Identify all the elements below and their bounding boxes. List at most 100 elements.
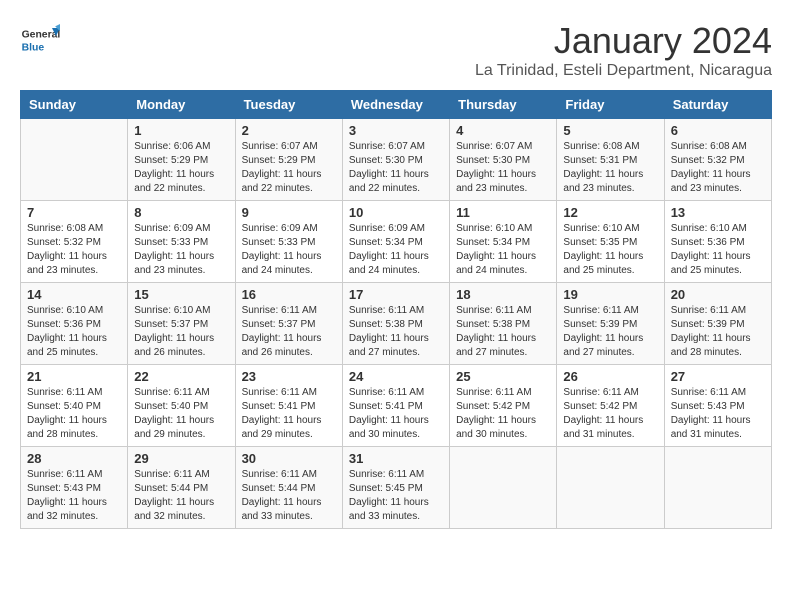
weekday-header: Saturday	[664, 91, 771, 119]
day-info: Sunrise: 6:11 AM Sunset: 5:39 PM Dayligh…	[563, 304, 657, 360]
day-info: Sunrise: 6:06 AM Sunset: 5:29 PM Dayligh…	[134, 140, 228, 196]
day-number: 10	[349, 205, 443, 220]
calendar-cell: 11 Sunrise: 6:10 AM Sunset: 5:34 PM Dayli…	[450, 201, 557, 283]
svg-text:Blue: Blue	[22, 42, 45, 53]
day-info: Sunrise: 6:09 AM Sunset: 5:33 PM Dayligh…	[242, 222, 336, 278]
day-number: 13	[671, 205, 765, 220]
day-number: 8	[134, 205, 228, 220]
calendar-week-row: 28 Sunrise: 6:11 AM Sunset: 5:43 PM Dayli…	[21, 447, 772, 529]
day-number: 20	[671, 287, 765, 302]
day-number: 15	[134, 287, 228, 302]
day-info: Sunrise: 6:10 AM Sunset: 5:36 PM Dayligh…	[27, 304, 121, 360]
day-info: Sunrise: 6:11 AM Sunset: 5:43 PM Dayligh…	[27, 468, 121, 524]
calendar-cell: 31 Sunrise: 6:11 AM Sunset: 5:45 PM Dayli…	[342, 447, 449, 529]
day-info: Sunrise: 6:09 AM Sunset: 5:33 PM Dayligh…	[134, 222, 228, 278]
day-info: Sunrise: 6:11 AM Sunset: 5:44 PM Dayligh…	[242, 468, 336, 524]
day-number: 29	[134, 451, 228, 466]
calendar-week-row: 7 Sunrise: 6:08 AM Sunset: 5:32 PM Daylig…	[21, 201, 772, 283]
calendar-cell: 12Sunrise: 6:10 AM Sunset: 5:35 PM Dayli…	[557, 201, 664, 283]
day-number: 6	[671, 123, 765, 138]
day-info: Sunrise: 6:11 AM Sunset: 5:43 PM Dayligh…	[671, 386, 765, 442]
day-info: Sunrise: 6:11 AM Sunset: 5:41 PM Dayligh…	[349, 386, 443, 442]
calendar-cell: 6 Sunrise: 6:08 AM Sunset: 5:32 PM Daylig…	[664, 119, 771, 201]
day-number: 21	[27, 369, 121, 384]
day-info: Sunrise: 6:08 AM Sunset: 5:32 PM Dayligh…	[27, 222, 121, 278]
weekday-header-row: SundayMondayTuesdayWednesdayThursdayFrid…	[21, 91, 772, 119]
calendar-cell: 15 Sunrise: 6:10 AM Sunset: 5:37 PM Dayli…	[128, 283, 235, 365]
calendar-week-row: 1 Sunrise: 6:06 AM Sunset: 5:29 PM Daylig…	[21, 119, 772, 201]
day-number: 24	[349, 369, 443, 384]
day-number: 22	[134, 369, 228, 384]
calendar-cell: 30 Sunrise: 6:11 AM Sunset: 5:44 PM Dayli…	[235, 447, 342, 529]
calendar-cell: 5 Sunrise: 6:08 AM Sunset: 5:31 PM Daylig…	[557, 119, 664, 201]
day-number: 5	[563, 123, 657, 138]
day-number: 27	[671, 369, 765, 384]
weekday-header: Thursday	[450, 91, 557, 119]
day-info: Sunrise: 6:11 AM Sunset: 5:38 PM Dayligh…	[349, 304, 443, 360]
calendar-cell: 21 Sunrise: 6:11 AM Sunset: 5:40 PM Dayli…	[21, 365, 128, 447]
day-info: Sunrise: 6:11 AM Sunset: 5:42 PM Dayligh…	[456, 386, 550, 442]
calendar-cell: 27 Sunrise: 6:11 AM Sunset: 5:43 PM Dayli…	[664, 365, 771, 447]
day-info: Sunrise: 6:11 AM Sunset: 5:42 PM Dayligh…	[563, 386, 657, 442]
header: General Blue January 2024 La Trinidad, E…	[20, 20, 772, 80]
calendar-cell: 28 Sunrise: 6:11 AM Sunset: 5:43 PM Dayli…	[21, 447, 128, 529]
day-info: Sunrise: 6:07 AM Sunset: 5:29 PM Dayligh…	[242, 140, 336, 196]
calendar-cell: 17 Sunrise: 6:11 AM Sunset: 5:38 PM Dayli…	[342, 283, 449, 365]
day-number: 31	[349, 451, 443, 466]
month-year: January 2024	[475, 20, 772, 62]
day-number: 3	[349, 123, 443, 138]
logo-icon: General Blue	[20, 20, 60, 60]
day-number: 30	[242, 451, 336, 466]
location: La Trinidad, Esteli Department, Nicaragu…	[475, 62, 772, 80]
day-info: Sunrise: 6:10 AM Sunset: 5:35 PM Dayligh…	[563, 222, 657, 278]
calendar-cell: 16 Sunrise: 6:11 AM Sunset: 5:37 PM Dayli…	[235, 283, 342, 365]
day-info: Sunrise: 6:11 AM Sunset: 5:41 PM Dayligh…	[242, 386, 336, 442]
day-info: Sunrise: 6:10 AM Sunset: 5:37 PM Dayligh…	[134, 304, 228, 360]
calendar-cell: 13Sunrise: 6:10 AM Sunset: 5:36 PM Dayli…	[664, 201, 771, 283]
calendar-cell	[450, 447, 557, 529]
calendar-table: SundayMondayTuesdayWednesdayThursdayFrid…	[20, 90, 772, 529]
calendar-cell: 22 Sunrise: 6:11 AM Sunset: 5:40 PM Dayli…	[128, 365, 235, 447]
day-number: 28	[27, 451, 121, 466]
calendar-cell: 9 Sunrise: 6:09 AM Sunset: 5:33 PM Daylig…	[235, 201, 342, 283]
calendar-cell: 25Sunrise: 6:11 AM Sunset: 5:42 PM Dayli…	[450, 365, 557, 447]
day-number: 18	[456, 287, 550, 302]
day-info: Sunrise: 6:09 AM Sunset: 5:34 PM Dayligh…	[349, 222, 443, 278]
calendar-cell: 8 Sunrise: 6:09 AM Sunset: 5:33 PM Daylig…	[128, 201, 235, 283]
day-number: 17	[349, 287, 443, 302]
title-area: January 2024 La Trinidad, Esteli Departm…	[475, 20, 772, 80]
calendar-cell: 18 Sunrise: 6:11 AM Sunset: 5:38 PM Dayli…	[450, 283, 557, 365]
day-number: 1	[134, 123, 228, 138]
calendar-cell	[21, 119, 128, 201]
calendar-cell: 19Sunrise: 6:11 AM Sunset: 5:39 PM Dayli…	[557, 283, 664, 365]
day-number: 14	[27, 287, 121, 302]
calendar-cell: 24 Sunrise: 6:11 AM Sunset: 5:41 PM Dayli…	[342, 365, 449, 447]
weekday-header: Tuesday	[235, 91, 342, 119]
day-info: Sunrise: 6:11 AM Sunset: 5:40 PM Dayligh…	[27, 386, 121, 442]
calendar-cell: 26Sunrise: 6:11 AM Sunset: 5:42 PM Dayli…	[557, 365, 664, 447]
day-number: 9	[242, 205, 336, 220]
logo: General Blue	[20, 20, 64, 60]
day-number: 7	[27, 205, 121, 220]
calendar-cell: 7 Sunrise: 6:08 AM Sunset: 5:32 PM Daylig…	[21, 201, 128, 283]
day-info: Sunrise: 6:11 AM Sunset: 5:39 PM Dayligh…	[671, 304, 765, 360]
day-number: 4	[456, 123, 550, 138]
weekday-header: Wednesday	[342, 91, 449, 119]
calendar-cell: 20 Sunrise: 6:11 AM Sunset: 5:39 PM Dayli…	[664, 283, 771, 365]
day-info: Sunrise: 6:11 AM Sunset: 5:45 PM Dayligh…	[349, 468, 443, 524]
weekday-header: Monday	[128, 91, 235, 119]
day-info: Sunrise: 6:10 AM Sunset: 5:34 PM Dayligh…	[456, 222, 550, 278]
day-info: Sunrise: 6:08 AM Sunset: 5:31 PM Dayligh…	[563, 140, 657, 196]
day-info: Sunrise: 6:07 AM Sunset: 5:30 PM Dayligh…	[349, 140, 443, 196]
day-info: Sunrise: 6:08 AM Sunset: 5:32 PM Dayligh…	[671, 140, 765, 196]
day-info: Sunrise: 6:11 AM Sunset: 5:40 PM Dayligh…	[134, 386, 228, 442]
day-number: 11	[456, 205, 550, 220]
day-info: Sunrise: 6:11 AM Sunset: 5:37 PM Dayligh…	[242, 304, 336, 360]
day-number: 23	[242, 369, 336, 384]
calendar-cell: 1 Sunrise: 6:06 AM Sunset: 5:29 PM Daylig…	[128, 119, 235, 201]
calendar-cell: 3 Sunrise: 6:07 AM Sunset: 5:30 PM Daylig…	[342, 119, 449, 201]
day-number: 2	[242, 123, 336, 138]
calendar-week-row: 14 Sunrise: 6:10 AM Sunset: 5:36 PM Dayli…	[21, 283, 772, 365]
day-info: Sunrise: 6:11 AM Sunset: 5:38 PM Dayligh…	[456, 304, 550, 360]
day-number: 16	[242, 287, 336, 302]
